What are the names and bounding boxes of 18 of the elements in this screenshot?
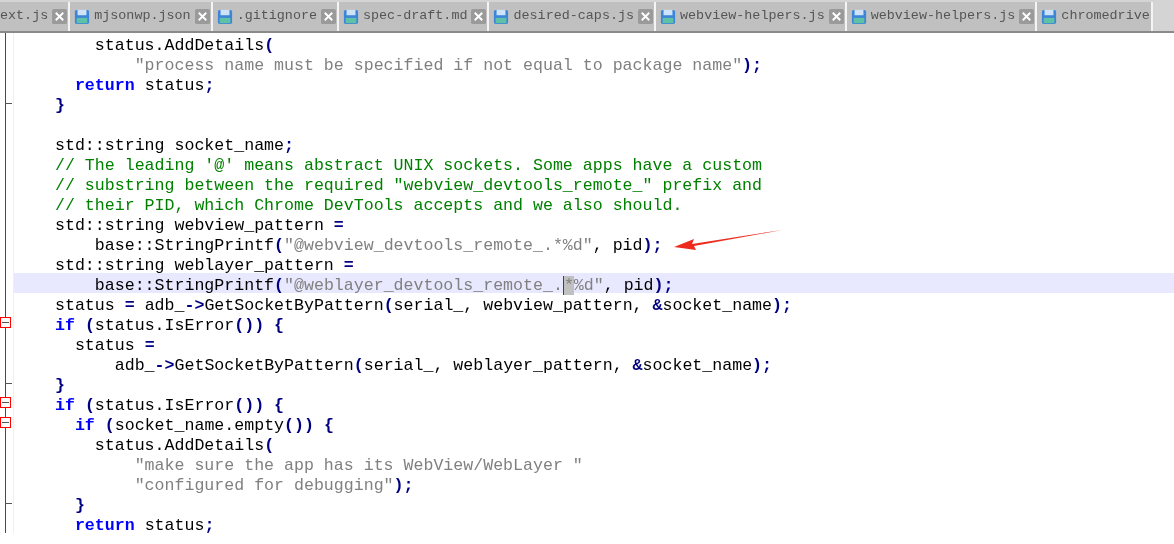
close-icon[interactable] [194, 9, 210, 24]
file-tab[interactable]: .gitignore [212, 2, 339, 31]
file-tab[interactable]: chromedrive [1037, 2, 1153, 31]
fold-toggle[interactable] [0, 397, 11, 408]
file-tab[interactable]: spec-draft.md [339, 2, 490, 31]
close-icon[interactable] [52, 9, 68, 24]
close-icon[interactable] [828, 9, 844, 24]
fold-toggle[interactable] [0, 317, 11, 328]
file-tab[interactable]: desired-caps.js [489, 2, 657, 31]
close-icon[interactable] [638, 9, 654, 24]
close-icon[interactable] [1019, 9, 1035, 24]
file-tab[interactable]: webview-helpers.js [656, 2, 847, 31]
close-icon[interactable] [321, 9, 336, 24]
file-tab[interactable]: mjsonwp.json [70, 2, 213, 31]
file-tab[interactable]: ext.js [0, 2, 71, 31]
close-icon[interactable] [471, 9, 487, 24]
file-tab[interactable]: webview-helpers.js [846, 2, 1038, 31]
fold-toggle[interactable] [0, 417, 11, 428]
